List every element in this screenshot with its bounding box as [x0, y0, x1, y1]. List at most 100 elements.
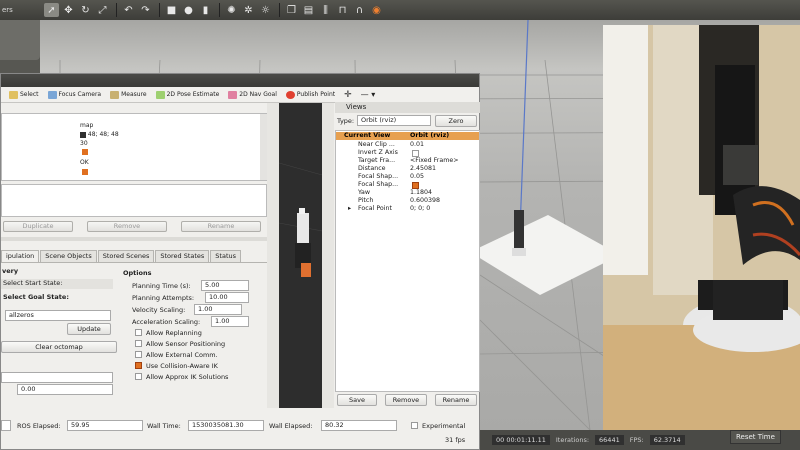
- select-tool[interactable]: Select: [9, 90, 39, 99]
- collision-aware-ik-label: Use Collision-Aware IK: [146, 362, 218, 370]
- property-row[interactable]: Yaw 1.1804: [336, 189, 479, 197]
- nav-goal-tool[interactable]: 2D Nav Goal: [228, 90, 277, 99]
- type-label: Type:: [337, 117, 355, 125]
- goal-state-select[interactable]: allzeros: [5, 310, 111, 321]
- zero-button[interactable]: Zero: [435, 115, 477, 127]
- invert-z-checkbox[interactable]: [412, 150, 419, 157]
- views-properties[interactable]: Current View Orbit (rviz) Near Clip ... 0.…: [335, 130, 480, 392]
- publish-point-tool[interactable]: Publish Point: [285, 90, 335, 99]
- goal-state-label: Select Goal State:: [3, 293, 69, 301]
- displays-tree[interactable]: map 48; 48; 48 30 OK: [1, 113, 267, 181]
- sphere-icon[interactable]: ●: [181, 3, 196, 17]
- allow-sensor-positioning-checkbox[interactable]: [135, 340, 142, 347]
- redo-icon[interactable]: ↷: [138, 3, 153, 17]
- motion-planning-panel: very Select Start State: Select Goal Sta…: [1, 262, 267, 406]
- box-icon[interactable]: ■: [164, 3, 179, 17]
- panel-splitter[interactable]: [267, 103, 279, 408]
- planning-time-label: Planning Time (s):: [132, 282, 191, 290]
- clear-octomap-button[interactable]: Clear octomap: [1, 341, 117, 353]
- remove-display-button[interactable]: Remove: [87, 221, 167, 232]
- checkbox-icon[interactable]: [82, 149, 88, 155]
- directional-light-icon[interactable]: ☼: [258, 3, 273, 17]
- duplicate-button[interactable]: Duplicate: [3, 221, 73, 232]
- property-row[interactable]: Target Fra... <Fixed Frame>: [336, 157, 479, 165]
- acceleration-scaling-input[interactable]: 1.00: [211, 316, 249, 327]
- copy-icon[interactable]: ❐: [284, 3, 299, 17]
- save-view-button[interactable]: Save: [337, 394, 377, 406]
- collision-aware-ik-checkbox[interactable]: [135, 362, 142, 369]
- spot-light-icon[interactable]: ✲: [241, 3, 256, 17]
- approx-ik-checkbox[interactable]: [135, 373, 142, 380]
- property-row[interactable]: ▸ Focal Point 0; 0; 0: [336, 205, 479, 213]
- scale-icon[interactable]: ⤢: [95, 3, 110, 17]
- tab-status[interactable]: Status: [210, 250, 242, 262]
- tab-stored-scenes[interactable]: Stored Scenes: [97, 250, 155, 262]
- property-row[interactable]: Focal Shap...: [336, 181, 479, 189]
- remove-view-button[interactable]: Remove: [385, 394, 427, 406]
- robot-arm-model[interactable]: [514, 210, 524, 248]
- property-row[interactable]: Focal Shap... 0.05: [336, 173, 479, 181]
- add-tool-button[interactable]: ✛: [344, 90, 352, 100]
- planning-attempts-input[interactable]: 10.00: [205, 292, 249, 303]
- gazebo-toolbar: ers ➚ ✥ ↻ ⤢ ↶ ↷ ■ ● ▮ ✺ ✲ ☼ ❐ ▤ ⫼ ⊓ ∩ ◉: [0, 0, 800, 20]
- pose-estimate-tool[interactable]: 2D Pose Estimate: [155, 90, 219, 99]
- robot-camera-image: [603, 25, 800, 430]
- time-panel: ROS Elapsed: 59.95 Wall Time: 1530035081…: [1, 418, 479, 434]
- panel-splitter[interactable]: [322, 103, 334, 408]
- tab-stored-states[interactable]: Stored States: [155, 250, 210, 262]
- rotate-icon[interactable]: ↻: [78, 3, 93, 17]
- expand-icon[interactable]: ▸: [348, 205, 351, 213]
- paste-icon[interactable]: ▤: [301, 3, 316, 17]
- property-row[interactable]: Pitch 0.600398: [336, 197, 479, 205]
- extra-value-field[interactable]: 0.00: [17, 384, 113, 395]
- cylinder-icon[interactable]: ▮: [198, 3, 213, 17]
- nav-goal-icon: [228, 90, 238, 99]
- rename-view-button[interactable]: Rename: [435, 394, 477, 406]
- allow-replanning-checkbox[interactable]: [135, 329, 142, 336]
- views-panel-header: Views: [335, 102, 480, 113]
- workspace-select[interactable]: [1, 372, 113, 383]
- tab-manipulation[interactable]: ipulation: [1, 250, 40, 262]
- property-row[interactable]: Near Clip ... 0.01: [336, 141, 479, 149]
- view-type-select[interactable]: Orbit (rviz): [357, 115, 431, 126]
- iterations-label: Iterations:: [555, 436, 590, 444]
- property-row[interactable]: Invert Z Axis: [336, 149, 479, 157]
- checkbox-icon[interactable]: [82, 169, 88, 175]
- experimental-checkbox[interactable]: [411, 422, 418, 429]
- property-key: Current View: [344, 132, 391, 139]
- views-type-row: Type: Orbit (rviz) Zero: [335, 115, 480, 128]
- translate-icon[interactable]: ✥: [61, 3, 76, 17]
- rename-display-button[interactable]: Rename: [181, 221, 261, 232]
- property-value: 0.600398: [410, 197, 441, 204]
- planning-time-input[interactable]: 5.00: [201, 280, 249, 291]
- property-key: Invert Z Axis: [358, 149, 398, 156]
- background-color-value: 48; 48; 48: [80, 131, 119, 138]
- focus-camera-tool[interactable]: Focus Camera: [47, 90, 101, 99]
- property-row[interactable]: Distance 2.45081: [336, 165, 479, 173]
- velocity-scaling-input[interactable]: 1.00: [194, 304, 242, 315]
- select-arrow-icon[interactable]: ➚: [44, 3, 59, 17]
- point-light-icon[interactable]: ✺: [224, 3, 239, 17]
- measure-tool[interactable]: Measure: [110, 90, 147, 99]
- fps-value: 62.3714: [649, 435, 685, 445]
- screenshot-icon[interactable]: ◉: [369, 3, 384, 17]
- scrollbar[interactable]: [260, 114, 267, 180]
- robot-photo: [603, 25, 800, 430]
- rviz-titlebar[interactable]: [1, 74, 479, 87]
- headphones-icon[interactable]: ∩: [352, 3, 367, 17]
- left-panel-tab[interactable]: [0, 20, 40, 60]
- toolbar-menu-button[interactable]: — ▾: [361, 90, 376, 99]
- focal-shape-checkbox[interactable]: [412, 182, 419, 189]
- align-icon[interactable]: ⫼: [318, 3, 333, 17]
- current-view-row[interactable]: Current View Orbit (rviz): [336, 132, 479, 140]
- update-button[interactable]: Update: [67, 323, 111, 335]
- allow-external-comm-checkbox[interactable]: [135, 351, 142, 358]
- start-state-label[interactable]: Select Start State:: [1, 279, 113, 289]
- snap-icon[interactable]: ⊓: [335, 3, 350, 17]
- property-value: 0.05: [410, 173, 425, 180]
- color-swatch: [80, 131, 86, 138]
- robot-base-model: [512, 248, 526, 256]
- tab-scene-objects[interactable]: Scene Objects: [40, 250, 97, 262]
- undo-icon[interactable]: ↶: [121, 3, 136, 17]
- reset-time-button[interactable]: Reset Time: [730, 430, 781, 444]
